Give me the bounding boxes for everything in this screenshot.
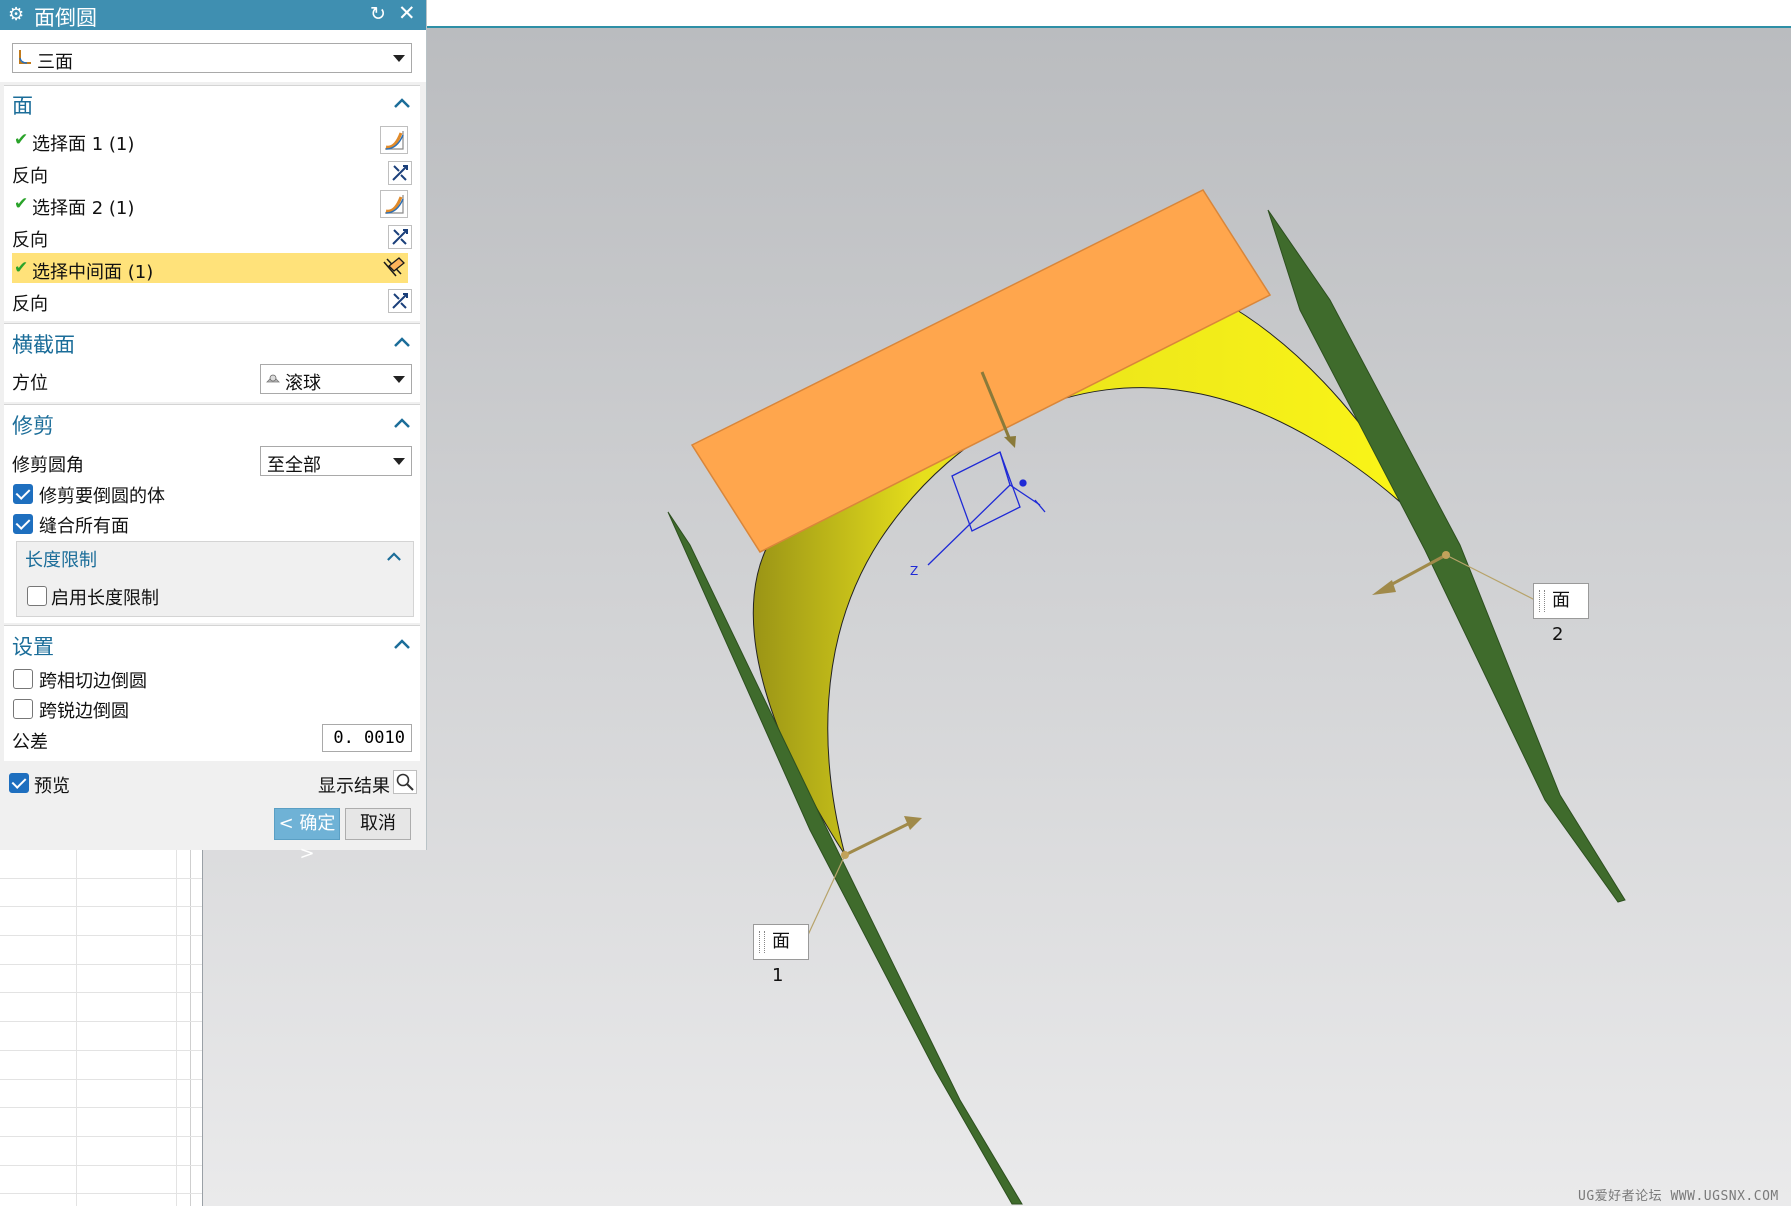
type-combo[interactable]: 三面 xyxy=(12,43,412,73)
length-limit-header[interactable]: 长度限制 xyxy=(25,546,97,572)
middle-face-select-icon xyxy=(383,257,405,277)
check-icon: ✔ xyxy=(14,258,29,278)
select-middle-face-button[interactable] xyxy=(380,253,408,283)
faces-section-header[interactable]: 面 xyxy=(12,90,33,120)
check-icon: ✔ xyxy=(14,130,29,150)
gear-icon: ⚙ xyxy=(8,4,25,25)
sharp-edge-label: 跨锐边倒圆 xyxy=(39,701,129,722)
enable-length-limit-label: 启用长度限制 xyxy=(51,588,159,609)
preview-checkbox[interactable] xyxy=(9,773,29,793)
face-select-icon xyxy=(385,131,404,150)
callout-face-2[interactable]: 面 2 xyxy=(1533,583,1589,645)
faces-section: 面 ✔ 选择面 1 (1) 反向 ✔ 选择面 2 (1) 反向 ✔ 选择中间面 … xyxy=(4,85,420,321)
preview-label: 预览 xyxy=(34,776,70,797)
reverse-face-1-button[interactable] xyxy=(388,161,412,185)
chevron-down-icon xyxy=(393,55,405,62)
reverse-direction-icon xyxy=(392,165,408,181)
trim-fillet-label: 修剪圆角 xyxy=(12,455,84,476)
dialog-title: 面倒圆 xyxy=(34,6,97,30)
watermark: UG爱好者论坛 WWW.UGSNX.COM xyxy=(1578,1189,1779,1204)
check-icon: ✔ xyxy=(14,194,29,214)
tolerance-label: 公差 xyxy=(12,732,48,753)
reverse-face-2-label: 反向 xyxy=(12,230,48,251)
reset-icon[interactable]: ↻ xyxy=(370,3,386,25)
chevron-down-icon xyxy=(393,376,405,383)
callout-grip xyxy=(759,931,765,953)
chevron-up-icon[interactable] xyxy=(394,337,410,347)
chevron-up-icon[interactable] xyxy=(394,98,410,108)
type-combo-value: 三面 xyxy=(37,52,73,73)
reverse-middle-face-button[interactable] xyxy=(388,289,412,313)
ok-button[interactable]: < 确定 > xyxy=(274,808,340,864)
callout-grip xyxy=(1539,590,1545,612)
face-select-icon xyxy=(385,195,404,214)
z-axis-label: Z xyxy=(910,564,918,578)
cross-section-section: 横截面 方位 滚球 xyxy=(4,323,420,402)
reverse-face-1-label: 反向 xyxy=(12,166,48,187)
top-ribbon-strip xyxy=(426,0,1791,28)
resource-grid xyxy=(0,850,203,1206)
three-face-type-icon xyxy=(19,50,31,64)
face-blend-dialog: ⚙ 面倒圆 ↻ ✕ 三面 面 ✔ 选择面 1 (1) 反向 ✔ 选择面 2 (1… xyxy=(0,0,427,864)
close-icon[interactable]: ✕ xyxy=(398,1,416,25)
callout-face-1[interactable]: 面 1 xyxy=(753,924,809,986)
reverse-direction-icon xyxy=(392,229,408,245)
trim-body-label: 修剪要倒圆的体 xyxy=(39,486,165,507)
length-limit-subpanel: 长度限制 启用长度限制 xyxy=(16,541,414,617)
trim-fillet-combo[interactable]: 至全部 xyxy=(260,446,412,476)
chevron-down-icon xyxy=(393,458,405,465)
orientation-label: 方位 xyxy=(12,373,48,394)
select-face-1-button[interactable] xyxy=(380,126,408,154)
magnifier-icon xyxy=(396,773,414,791)
trim-section: 修剪 修剪圆角 至全部 修剪要倒圆的体 缝合所有面 长度限制 启用长度限制 xyxy=(4,404,420,623)
select-face-2-label[interactable]: 选择面 2 (1) xyxy=(32,194,134,220)
chevron-up-icon[interactable] xyxy=(394,418,410,428)
trim-section-header[interactable]: 修剪 xyxy=(12,410,54,440)
tangent-edge-checkbox[interactable] xyxy=(13,669,33,689)
cross-section-header[interactable]: 横截面 xyxy=(12,329,75,359)
sew-faces-checkbox[interactable] xyxy=(13,514,33,534)
enable-length-limit-checkbox[interactable] xyxy=(27,586,47,606)
sharp-edge-checkbox[interactable] xyxy=(13,699,33,719)
dialog-title-bar[interactable]: ⚙ 面倒圆 ↻ ✕ xyxy=(0,0,426,30)
select-face-2-button[interactable] xyxy=(380,190,408,218)
tolerance-input[interactable]: 0. 0010 xyxy=(322,724,412,752)
tangent-edge-label: 跨相切边倒圆 xyxy=(39,671,147,692)
sew-faces-label: 缝合所有面 xyxy=(39,516,129,537)
settings-section: 设置 跨相切边倒圆 跨锐边倒圆 公差 0. 0010 xyxy=(4,625,420,761)
rolling-ball-icon xyxy=(266,374,280,383)
orientation-value: 滚球 xyxy=(285,373,321,394)
reverse-middle-face-label: 反向 xyxy=(12,294,48,315)
chevron-up-icon[interactable] xyxy=(394,639,410,649)
show-result-label: 显示结果 xyxy=(318,776,390,797)
orientation-combo[interactable]: 滚球 xyxy=(260,364,412,394)
settings-section-header[interactable]: 设置 xyxy=(12,631,54,661)
reverse-face-2-button[interactable] xyxy=(388,225,412,249)
cancel-button[interactable]: 取消 xyxy=(345,808,411,840)
select-middle-face-label[interactable]: 选择中间面 (1) xyxy=(32,258,153,284)
chevron-up-icon[interactable] xyxy=(387,552,401,561)
select-face-1-label[interactable]: 选择面 1 (1) xyxy=(32,130,134,156)
reverse-direction-icon xyxy=(392,293,408,309)
trim-fillet-value: 至全部 xyxy=(267,455,321,476)
trim-body-checkbox[interactable] xyxy=(13,484,33,504)
show-result-button[interactable] xyxy=(393,770,417,794)
